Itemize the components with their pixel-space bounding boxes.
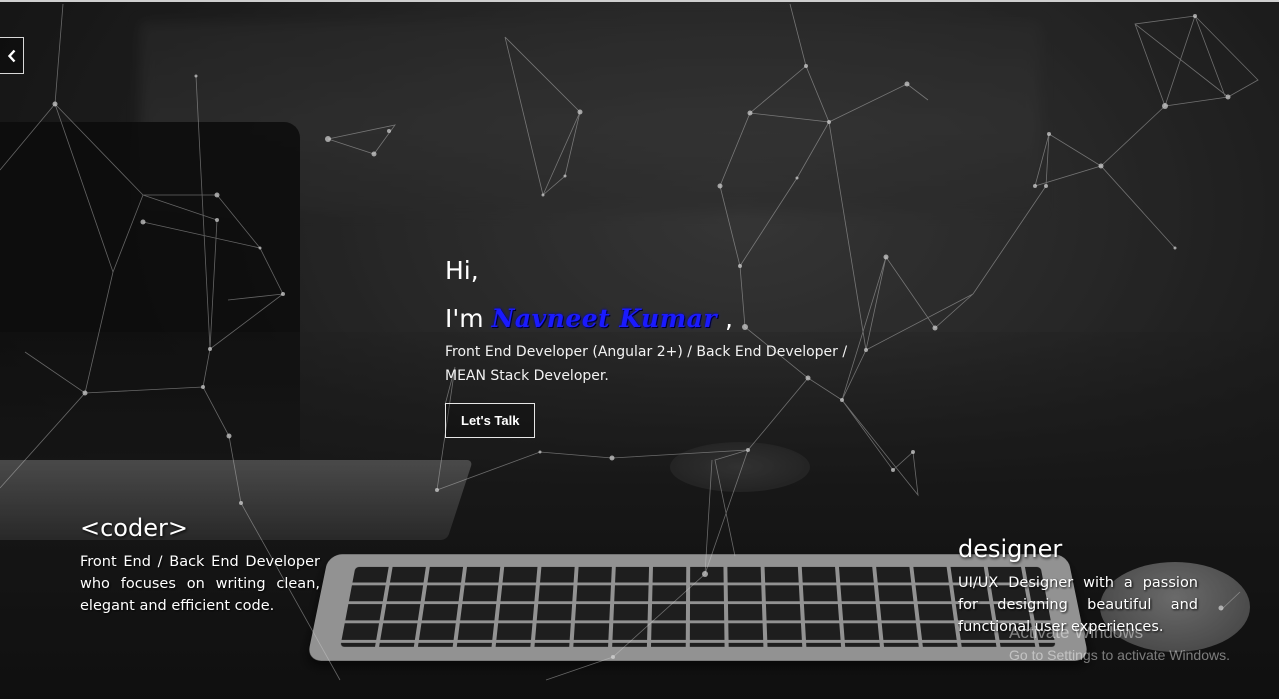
intro-line: I'm Navneet Kumar , <box>445 303 855 335</box>
role-description: Front End Developer (Angular 2+) / Back … <box>445 344 848 384</box>
coder-description: Front End / Back End Developer who focus… <box>80 554 320 614</box>
hero-section: Hi, I'm Navneet Kumar , Front End Develo… <box>445 255 855 438</box>
intro-prefix: I'm <box>445 304 484 333</box>
watermark-subtitle: Go to Settings to activate Windows. <box>1009 647 1230 663</box>
developer-name: Navneet Kumar <box>491 304 718 333</box>
designer-title: designer <box>958 535 1063 563</box>
back-button[interactable] <box>0 37 24 74</box>
watermark-title: Activate Windows <box>1009 623 1144 642</box>
greeting-text: Hi, <box>445 256 479 285</box>
windows-activation-watermark: Activate Windows Go to Settings to activ… <box>1009 622 1230 666</box>
coder-section: <coder> Front End / Back End Developer w… <box>80 513 320 617</box>
intro-suffix: , <box>725 304 733 333</box>
lets-talk-button[interactable]: Let's Talk <box>445 403 536 438</box>
chevron-left-icon <box>7 49 17 63</box>
coder-title: <coder> <box>80 514 188 542</box>
